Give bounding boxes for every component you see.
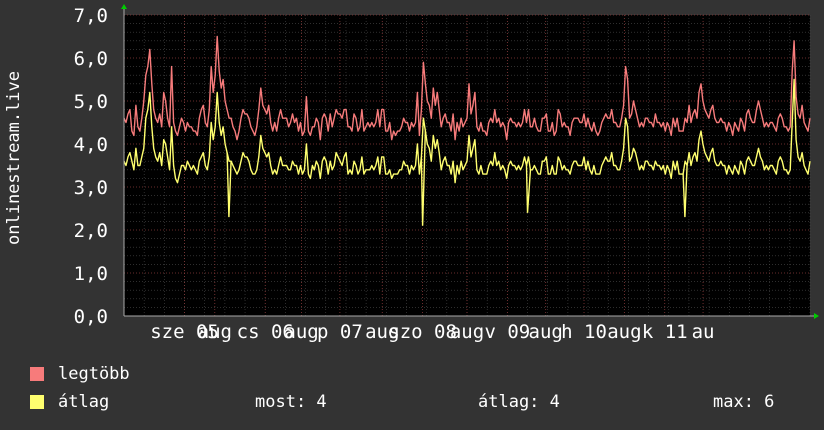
y-axis-arrow	[121, 4, 127, 9]
x-tick-label: szo 08	[388, 321, 457, 343]
rrd-graph: 0,0 1,0 2,0 3,0 4,0 5,0 6,0 7,0 sze 05 aug cs 06 au…	[0, 0, 824, 430]
x-tick-label: aug	[529, 321, 563, 343]
y-tick-label: 2,0	[74, 220, 108, 242]
legend-item-max: legtöbb	[30, 364, 130, 384]
stat-now: most: 4	[255, 392, 327, 412]
x-tick-label: au	[692, 321, 715, 343]
x-tick-label: aug	[607, 321, 641, 343]
y-tick-label: 4,0	[74, 134, 108, 156]
y-tick-label: 0,0	[74, 306, 108, 328]
legend-swatch-max	[30, 367, 44, 381]
x-tick-label: aug	[198, 321, 232, 343]
line-chart: 0,01,02,03,04,05,06,07,0sze 05aug cs 06au…	[74, 4, 819, 343]
stat-avg: átlag: 4	[478, 392, 560, 412]
x-tick-label: aug	[284, 321, 318, 343]
x-tick-label: p 07	[317, 321, 363, 343]
y-tick-label: 5,0	[74, 91, 108, 113]
legend-item-avg: átlag	[30, 392, 109, 412]
y-axis-title: onlinestream.live	[4, 71, 24, 245]
legend-label-max: legtöbb	[58, 364, 130, 384]
x-tick-label: k 11	[642, 321, 688, 343]
x-tick-label: h 10	[561, 321, 607, 343]
x-tick-label: aug	[450, 321, 484, 343]
legend-label-avg: átlag	[58, 392, 110, 412]
legend-swatch-avg	[30, 395, 44, 409]
x-axis-arrow	[814, 313, 819, 319]
y-tick-label: 6,0	[74, 48, 108, 70]
x-tick-label: v 09	[484, 321, 530, 343]
y-tick-label: 7,0	[74, 5, 108, 27]
y-tick-label: 1,0	[74, 263, 108, 285]
y-axis-label: onlinestream.live	[2, 0, 26, 316]
stat-max: max: 6	[713, 392, 775, 412]
y-tick-label: 3,0	[74, 177, 108, 199]
